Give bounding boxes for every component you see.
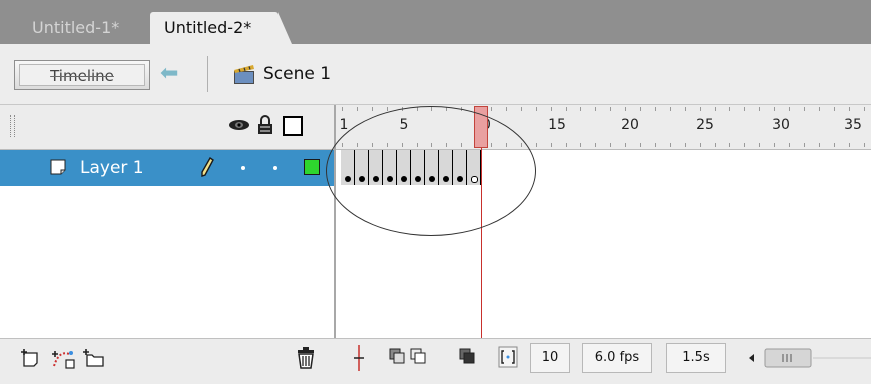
ruler-tick	[505, 107, 507, 111]
current-frame-field[interactable]: 10	[530, 343, 570, 373]
ruler-tick	[550, 143, 552, 147]
timeline-toggle-button[interactable]: Timeline	[14, 60, 150, 90]
ruler-tick	[684, 143, 686, 147]
eye-icon[interactable]	[228, 119, 250, 131]
ruler-tick	[625, 107, 627, 111]
ruler-tick	[863, 143, 865, 147]
ruler-tick	[744, 143, 746, 147]
add-folder-icon[interactable]	[82, 348, 104, 368]
ruler-tick	[386, 107, 388, 111]
modify-onion-markers-icon[interactable]	[498, 346, 518, 368]
timeline-footer: 10 6.0 fps 1.5s	[0, 338, 871, 384]
ruler-tick	[610, 143, 612, 147]
ruler-tick	[684, 107, 686, 111]
layer-row[interactable]: Layer 1	[0, 150, 334, 186]
ruler-tick	[759, 107, 761, 111]
ruler-tick	[699, 107, 701, 111]
edit-bar: Timeline ⬅ Scene 1	[0, 44, 871, 105]
ruler-tick	[833, 143, 835, 147]
ruler-tick	[595, 143, 597, 147]
ruler-tick	[774, 143, 776, 147]
ruler-label: 15	[548, 117, 566, 133]
scene-label[interactable]: Scene 1	[263, 60, 331, 88]
onion-skin-outlines-icon[interactable]	[410, 348, 426, 364]
ruler-tick	[789, 107, 790, 111]
ruler-tick	[565, 107, 567, 111]
layer-name[interactable]: Layer 1	[80, 154, 144, 182]
ruler-tick	[774, 107, 776, 111]
tab-untitled-2[interactable]: Untitled-2*	[150, 12, 292, 44]
ruler-tick	[699, 143, 701, 147]
ruler-tick	[848, 107, 850, 111]
ruler-label: 25	[696, 117, 714, 133]
ruler-tick	[356, 107, 358, 111]
flash-timeline-window: Untitled-1* Untitled-2* Timeline ⬅ Scene…	[0, 0, 871, 384]
lock-dot[interactable]	[273, 166, 277, 170]
scene-icon	[234, 65, 254, 84]
ruler-tick	[863, 107, 865, 111]
ruler-tick	[625, 143, 627, 147]
ruler-tick	[669, 143, 671, 147]
ruler-tick	[580, 143, 582, 147]
toolbar-separator	[207, 56, 208, 92]
ruler-tick	[729, 143, 731, 147]
pencil-icon	[201, 157, 214, 177]
visibility-dot[interactable]	[241, 166, 245, 170]
layer-icon	[50, 159, 66, 175]
onion-skin-icon[interactable]	[389, 348, 405, 364]
annotation-ellipse	[326, 106, 536, 236]
ruler-tick	[580, 107, 582, 111]
ruler-tick	[714, 143, 716, 147]
ruler-tick	[789, 143, 790, 147]
ruler-tick	[759, 143, 761, 147]
ruler-tick	[654, 107, 656, 111]
frame-rate-field[interactable]: 6.0 fps	[582, 343, 652, 373]
back-arrow-icon[interactable]: ⬅	[160, 59, 178, 89]
tab-untitled-1[interactable]: Untitled-1*	[18, 12, 150, 44]
edit-multiple-frames-icon[interactable]	[459, 348, 475, 364]
ruler-tick	[833, 107, 835, 111]
motion-guide-icon[interactable]	[51, 348, 77, 370]
ruler-tick	[595, 107, 597, 111]
ruler-tick	[342, 107, 343, 111]
outline-icon[interactable]	[283, 116, 303, 136]
ruler-tick	[535, 143, 537, 147]
ruler-tick	[848, 143, 850, 147]
ruler-label: 35	[844, 117, 862, 133]
ruler-tick	[803, 107, 805, 111]
ruler-tick	[818, 107, 820, 111]
ruler-tick	[565, 143, 567, 147]
ruler-tick	[818, 143, 820, 147]
ruler-tick	[520, 107, 522, 111]
ruler-tick	[640, 143, 641, 147]
add-layer-icon[interactable]	[20, 348, 40, 368]
drag-grip[interactable]	[10, 115, 15, 137]
ruler-tick	[371, 107, 373, 111]
ruler-tick	[535, 107, 537, 111]
elapsed-time-field: 1.5s	[666, 343, 726, 373]
ruler-tick	[491, 107, 492, 111]
ruler-label: 30	[772, 117, 790, 133]
lock-icon[interactable]	[257, 115, 273, 135]
horizontal-scrollbar[interactable]	[743, 345, 871, 371]
ruler-tick	[654, 143, 656, 147]
ruler-tick	[610, 107, 612, 111]
timeline-button-label: Timeline	[19, 64, 145, 86]
ruler-tick	[640, 107, 641, 111]
ruler-tick	[714, 107, 716, 111]
ruler-tick	[550, 107, 552, 111]
ruler-label: 20	[621, 117, 639, 133]
ruler-tick	[669, 107, 671, 111]
ruler-tick	[803, 143, 805, 147]
document-tab-bar: Untitled-1* Untitled-2*	[0, 0, 871, 44]
trash-icon[interactable]	[296, 347, 316, 369]
ruler-tick	[744, 107, 746, 111]
layer-outline-color[interactable]	[304, 159, 320, 175]
center-frame-icon[interactable]	[352, 345, 366, 371]
ruler-tick	[729, 107, 731, 111]
